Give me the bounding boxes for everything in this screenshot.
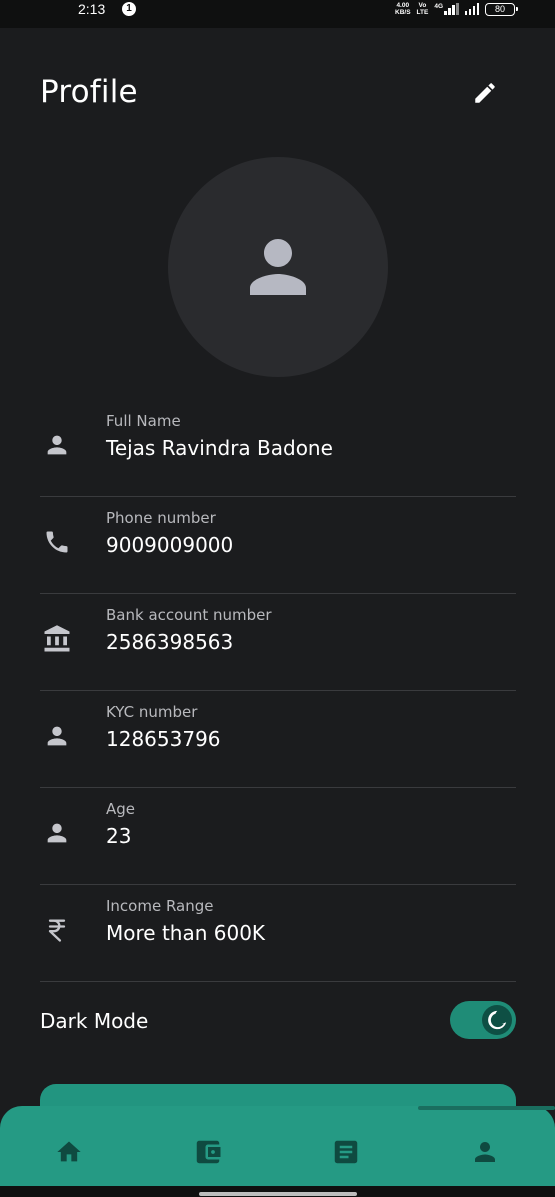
dark-mode-toggle[interactable] (450, 1001, 516, 1039)
dark-mode-row: Dark Mode (40, 997, 516, 1045)
network-speed-value: 4.00 (396, 2, 410, 9)
document-icon (334, 1140, 358, 1164)
volte-bottom: LTE (416, 9, 429, 16)
signal-bars-icon (464, 3, 479, 15)
phone-icon (46, 531, 68, 553)
profile-avatar[interactable] (168, 157, 388, 377)
status-indicators: 4.00 KB/S Vo LTE 4G 80 (395, 1, 518, 17)
pencil-icon (475, 83, 495, 103)
field-label: Income Range (106, 897, 214, 915)
bank-icon (44, 625, 70, 652)
field-value: 128653796 (106, 727, 221, 751)
field-value: 9009009000 (106, 533, 234, 557)
moon-icon (488, 1010, 507, 1030)
rupee-icon (48, 919, 66, 942)
field-income-range: Income Range More than 600K (40, 885, 516, 982)
network-speed-unit: KB/S (395, 9, 411, 16)
dark-mode-label: Dark Mode (40, 1009, 149, 1033)
field-age: Age 23 (40, 788, 516, 885)
wallet-icon (196, 1140, 221, 1164)
network-speed: 4.00 KB/S (395, 2, 411, 16)
notification-badge: 1 (122, 2, 136, 16)
page-title: Profile (40, 74, 138, 110)
person-icon (47, 823, 67, 843)
field-full-name: Full Name Tejas Ravindra Badone (40, 400, 516, 497)
nav-home[interactable] (51, 1134, 87, 1170)
person-icon (47, 435, 67, 455)
field-value: Tejas Ravindra Badone (106, 436, 333, 460)
home-gesture-bar[interactable] (199, 1192, 357, 1196)
field-value: 23 (106, 824, 132, 848)
field-value: 2586398563 (106, 630, 234, 654)
person-icon (250, 239, 306, 295)
nav-wallet[interactable] (190, 1134, 226, 1170)
field-bank-account: Bank account number 2586398563 (40, 594, 516, 691)
active-tab-indicator (418, 1106, 555, 1110)
field-label: Bank account number (106, 606, 272, 624)
nav-profile[interactable] (467, 1134, 503, 1170)
field-phone-number: Phone number 9009009000 (40, 497, 516, 594)
field-label: KYC number (106, 703, 198, 721)
field-label: Age (106, 800, 136, 818)
signal-4g: 4G (434, 3, 459, 15)
field-value: More than 600K (106, 921, 266, 945)
person-icon (47, 726, 67, 746)
field-label: Phone number (106, 509, 216, 527)
edit-button[interactable] (468, 76, 502, 110)
signal-bars-icon (444, 3, 459, 15)
person-icon (475, 1142, 495, 1162)
volte-indicator: Vo LTE (417, 2, 429, 16)
toggle-knob (482, 1005, 512, 1035)
field-kyc-number: KYC number 128653796 (40, 691, 516, 788)
status-time: 2:13 (78, 1, 106, 17)
nav-documents[interactable] (328, 1134, 364, 1170)
volte-top: Vo (418, 2, 427, 9)
status-bar: 2:13 1 4.00 KB/S Vo LTE 4G 80 (0, 0, 555, 28)
network-type: 4G (434, 3, 443, 10)
battery-icon: 80 (485, 2, 518, 16)
field-label: Full Name (106, 412, 181, 430)
home-icon (57, 1141, 81, 1162)
